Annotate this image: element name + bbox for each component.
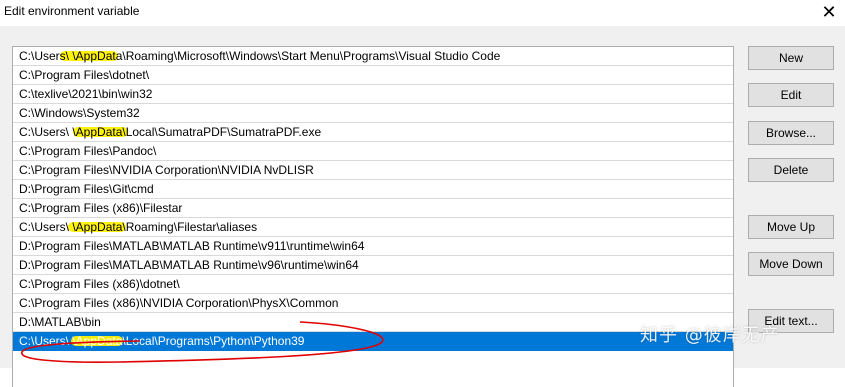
- browse-button[interactable]: Browse...: [748, 121, 834, 145]
- path-text: D:\Program Files\MATLAB\MATLAB Runtime\v…: [19, 239, 365, 253]
- path-list-item[interactable]: C:\Program Files\dotnet\: [13, 66, 733, 85]
- delete-button[interactable]: Delete: [748, 158, 834, 182]
- path-list-item[interactable]: C:\Users\ \AppData\Roaming\Filestar\alia…: [13, 218, 733, 237]
- new-button[interactable]: New: [748, 46, 834, 70]
- path-list-item[interactable]: C:\Program Files\NVIDIA Corporation\NVID…: [13, 161, 733, 180]
- move-up-button[interactable]: Move Up: [748, 215, 834, 239]
- path-list-item[interactable]: D:\MATLAB\bin: [13, 313, 733, 332]
- path-text: C:\Program Files\dotnet\: [19, 68, 150, 82]
- path-list-item[interactable]: C:\Program Files\Pandoc\: [13, 142, 733, 161]
- path-text: C:\Users\ \AppData\Local\Programs\Python…: [19, 334, 305, 348]
- path-text: C:\Program Files\Pandoc\: [19, 144, 157, 158]
- path-text: C:\Users\ \AppData\Roaming\Microsoft\Win…: [19, 49, 501, 63]
- path-text: D:\Program Files\MATLAB\MATLAB Runtime\v…: [19, 258, 359, 272]
- path-text: C:\Program Files (x86)\NVIDIA Corporatio…: [19, 296, 339, 310]
- path-text: C:\Windows\System32: [19, 106, 140, 120]
- path-list-item[interactable]: C:\texlive\2021\bin\win32: [13, 85, 733, 104]
- path-text: D:\Program Files\Git\cmd: [19, 182, 154, 196]
- path-list[interactable]: C:\Users\ \AppData\Roaming\Microsoft\Win…: [12, 46, 734, 387]
- path-list-item[interactable]: C:\Users\ \AppData\Local\Programs\Python…: [13, 332, 733, 351]
- path-list-item[interactable]: C:\Program Files (x86)\dotnet\: [13, 275, 733, 294]
- path-text: C:\Program Files (x86)\Filestar: [19, 201, 183, 215]
- path-list-item[interactable]: D:\Program Files\Git\cmd: [13, 180, 733, 199]
- path-text: C:\Users\ \AppData\Roaming\Filestar\alia…: [19, 220, 258, 234]
- path-list-item[interactable]: C:\Program Files (x86)\Filestar: [13, 199, 733, 218]
- path-text: D:\MATLAB\bin: [19, 315, 101, 329]
- move-down-button[interactable]: Move Down: [748, 252, 834, 276]
- path-text: C:\texlive\2021\bin\win32: [19, 87, 153, 101]
- path-list-item[interactable]: D:\Program Files\MATLAB\MATLAB Runtime\v…: [13, 237, 733, 256]
- path-list-item[interactable]: C:\Program Files (x86)\NVIDIA Corporatio…: [13, 294, 733, 313]
- dialog-body: C:\Users\ \AppData\Roaming\Microsoft\Win…: [0, 26, 845, 387]
- path-text: C:\Program Files (x86)\dotnet\: [19, 277, 180, 291]
- title-bar: Edit environment variable ✕: [0, 0, 845, 26]
- path-list-item[interactable]: C:\Users\ \AppData\Local\SumatraPDF\Suma…: [13, 123, 733, 142]
- close-icon[interactable]: ✕: [817, 0, 841, 24]
- path-list-item[interactable]: D:\Program Files\MATLAB\MATLAB Runtime\v…: [13, 256, 733, 275]
- path-text: C:\Program Files\NVIDIA Corporation\NVID…: [19, 163, 314, 177]
- path-list-item[interactable]: C:\Windows\System32: [13, 104, 733, 123]
- path-text: C:\Users\ \AppData\Local\SumatraPDF\Suma…: [19, 125, 322, 139]
- edit-button[interactable]: Edit: [748, 83, 834, 107]
- watermark-text: 知乎 @彼岸无产: [640, 325, 780, 346]
- dialog-title: Edit environment variable: [4, 4, 140, 18]
- path-list-item[interactable]: C:\Users\ \AppData\Roaming\Microsoft\Win…: [13, 47, 733, 66]
